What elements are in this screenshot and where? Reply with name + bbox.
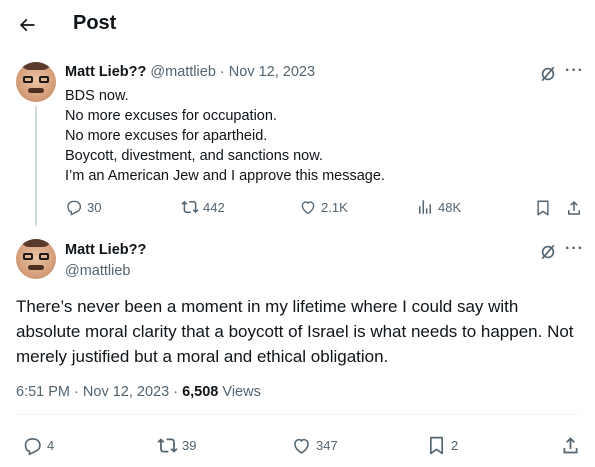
bookmark-icon — [429, 436, 444, 455]
share-icon[interactable] — [560, 435, 581, 456]
more-icon[interactable]: ··· — [565, 241, 585, 262]
repost-icon — [181, 200, 199, 214]
top-bar: Post — [0, 0, 595, 50]
bookmark-count: 2 — [451, 438, 459, 453]
reply-count: 30 — [87, 199, 102, 215]
bookmark-button[interactable]: 2 — [426, 435, 458, 456]
repost-count: 39 — [182, 438, 197, 453]
tweet-line: Boycott, divestment, and sanctions now. — [65, 148, 323, 164]
repost-button[interactable]: 39 — [157, 435, 196, 456]
avatar[interactable] — [16, 62, 56, 102]
reply-count: 4 — [47, 438, 55, 453]
author-name[interactable]: Matt Lieb?? — [65, 64, 146, 80]
views-button[interactable]: 48K — [416, 198, 461, 216]
tweet-meta: 6:51 PM · Nov 12, 2023 · 6,508 Views — [16, 384, 261, 400]
tweet-text: There’s never been a moment in my lifeti… — [16, 297, 574, 366]
tweet-date[interactable]: Nov 12, 2023 — [229, 64, 315, 80]
author-handle[interactable]: @mattlieb — [150, 64, 216, 80]
separator: · — [219, 64, 225, 80]
tweet-text: BDS now. No more excuses for occupation.… — [65, 86, 385, 186]
like-count: 2.1K — [321, 199, 348, 215]
separator: · — [173, 384, 179, 400]
like-button[interactable]: 347 — [291, 435, 338, 456]
reply-icon — [67, 200, 82, 216]
tweet-line: No more excuses for apartheid. — [65, 128, 268, 144]
tweet-line: No more excuses for occupation. — [65, 108, 277, 124]
reply-button[interactable]: 30 — [65, 198, 101, 216]
bookmark-icon[interactable] — [534, 199, 552, 217]
views-label: Views — [222, 384, 261, 400]
grok-icon[interactable] — [538, 242, 558, 262]
grok-icon[interactable] — [538, 64, 558, 84]
tweet-date[interactable]: Nov 12, 2023 — [83, 384, 169, 400]
views-count: 48K — [438, 199, 462, 215]
share-icon[interactable] — [565, 199, 583, 217]
reply-button[interactable]: 4 — [22, 435, 54, 456]
tweet-header: Matt Lieb?? @mattlieb · Nov 12, 2023 — [65, 64, 315, 80]
tweet-line: I’m an American Jew and I approve this m… — [65, 168, 385, 184]
tweet-time[interactable]: 6:51 PM — [16, 384, 70, 400]
repost-count: 442 — [203, 199, 225, 215]
divider — [16, 414, 579, 415]
author-name[interactable]: Matt Lieb?? — [65, 242, 146, 258]
repost-button[interactable]: 442 — [181, 198, 225, 216]
page-title: Post — [73, 12, 117, 34]
tweet-actions: 4 39 347 2 — [0, 435, 595, 457]
author-handle[interactable]: @mattlieb — [65, 263, 131, 279]
repost-icon — [157, 438, 178, 453]
views-icon — [419, 200, 431, 214]
back-button[interactable] — [14, 12, 40, 38]
views-count: 6,508 — [182, 384, 219, 400]
like-count: 347 — [316, 438, 338, 453]
reply-icon — [24, 438, 41, 456]
tweet-actions: 30 442 2.1K 48K — [0, 198, 595, 218]
like-button[interactable]: 2.1K — [299, 198, 348, 216]
back-arrow-icon — [19, 18, 35, 32]
tweet-line: BDS now. — [65, 88, 129, 104]
avatar[interactable] — [16, 239, 56, 279]
separator: · — [74, 384, 79, 400]
like-icon — [294, 438, 309, 454]
like-icon — [301, 201, 315, 215]
more-icon[interactable]: ··· — [565, 63, 585, 84]
